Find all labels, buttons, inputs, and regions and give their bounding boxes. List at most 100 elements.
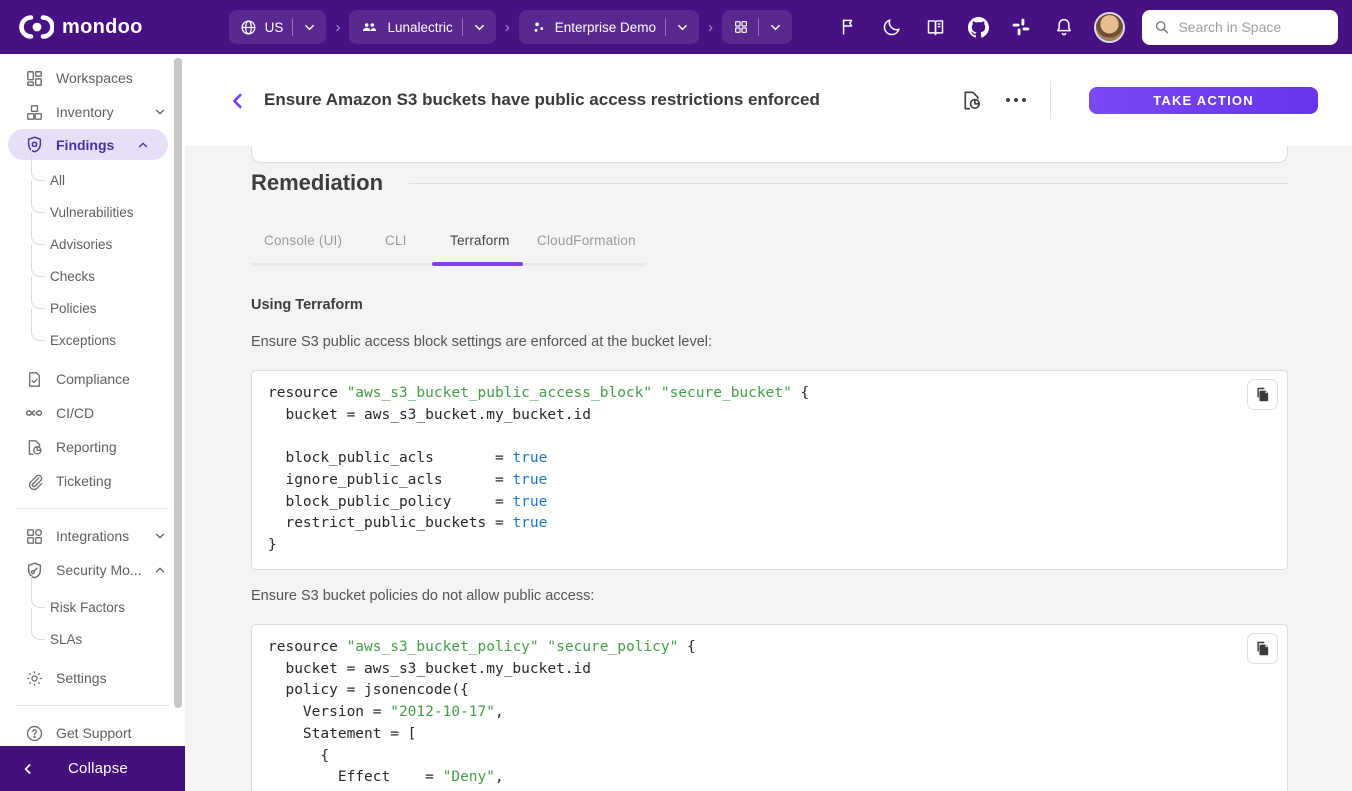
chip-divider	[665, 18, 666, 36]
globe-icon	[240, 19, 257, 36]
sidebar-collapse-button[interactable]: Collapse	[0, 746, 185, 791]
chevron-left-icon	[20, 761, 36, 777]
copy-button[interactable]	[1247, 633, 1278, 664]
sidebar-item-vulnerabilities[interactable]: Vulnerabilities	[0, 196, 185, 228]
previous-card-bottom	[251, 146, 1288, 163]
reporting-doc-pie-icon	[24, 437, 44, 457]
sidebar-item-risk-factors[interactable]: Risk Factors	[0, 591, 185, 623]
mondoo-logo-icon	[18, 15, 54, 39]
sidebar-item-reporting[interactable]: Reporting	[0, 430, 185, 464]
cicd-infinity-icon	[24, 403, 44, 423]
user-avatar[interactable]	[1096, 14, 1123, 41]
page-header: Ensure Amazon S3 buckets have public acc…	[185, 54, 1352, 146]
sidebar-divider	[16, 705, 169, 706]
chevron-left-icon	[227, 90, 249, 112]
docs-book-icon[interactable]	[924, 16, 946, 38]
breadcrumb-separator: ›	[332, 19, 343, 36]
chip-divider	[758, 18, 759, 36]
heading-rule	[409, 183, 1288, 184]
copy-button[interactable]	[1247, 379, 1278, 410]
workspace-selector[interactable]	[722, 10, 792, 44]
copy-icon	[1254, 386, 1271, 403]
space-selector[interactable]: Enterprise Demo	[519, 10, 699, 44]
tab-cloudformation[interactable]: CloudFormation	[537, 233, 636, 248]
sidebar-item-label: Findings	[56, 137, 114, 153]
subnav-label: Exceptions	[50, 333, 116, 348]
workspace-grid-icon	[733, 19, 749, 35]
github-icon[interactable]	[967, 16, 989, 38]
header-actions: TAKE ACTION	[958, 54, 1318, 146]
sidebar-item-label: Workspaces	[56, 70, 133, 86]
chevron-down-icon	[153, 529, 167, 543]
region-selector[interactable]: US	[229, 10, 327, 44]
chevron-up-icon	[136, 138, 150, 152]
findings-subnav: All Vulnerabilities Advisories Checks Po…	[0, 164, 185, 356]
sidebar-item-label: Reporting	[56, 439, 117, 455]
remediation-tabs: Console (UI) CLI Terraform CloudFormatio…	[251, 230, 871, 270]
sidebar-item-policies[interactable]: Policies	[0, 292, 185, 324]
using-terraform-subheading: Using Terraform	[251, 297, 363, 313]
slack-icon[interactable]	[1010, 16, 1032, 38]
sidebar-item-label: CI/CD	[56, 405, 94, 421]
mondoo-logo[interactable]: mondoo	[18, 15, 143, 39]
sidebar-item-settings[interactable]: Settings	[0, 661, 185, 695]
app-root: mondoo US › Lunalectric ›	[0, 0, 1352, 791]
sidebar-item-exceptions[interactable]: Exceptions	[0, 324, 185, 356]
sidebar-item-integrations[interactable]: Integrations	[0, 519, 185, 553]
chevron-down-icon	[153, 105, 167, 119]
sidebar-item-compliance[interactable]: Compliance	[0, 362, 185, 396]
space-cluster-icon	[530, 19, 547, 36]
terraform-code-block-2: resource "aws_s3_bucket_policy" "secure_…	[251, 624, 1288, 791]
take-action-button[interactable]: TAKE ACTION	[1089, 87, 1318, 114]
report-doc-pie-icon[interactable]	[958, 87, 984, 113]
space-label: Enterprise Demo	[555, 20, 656, 35]
sidebar-item-checks[interactable]: Checks	[0, 260, 185, 292]
security-subnav: Risk Factors SLAs	[0, 591, 185, 655]
sidebar-item-workspaces[interactable]: Workspaces	[0, 61, 185, 95]
code-content[interactable]: resource "aws_s3_bucket_public_access_bl…	[252, 371, 1287, 569]
brand-name: mondoo	[62, 16, 143, 39]
dark-mode-moon-icon[interactable]	[881, 16, 903, 38]
code-content[interactable]: resource "aws_s3_bucket_policy" "secure_…	[252, 625, 1287, 791]
tab-terraform[interactable]: Terraform	[450, 233, 510, 248]
sidebar-item-get-support[interactable]: Get Support	[0, 716, 185, 750]
sidebar-item-label: Inventory	[56, 104, 114, 120]
header-divider	[1050, 81, 1051, 119]
top-bar: mondoo US › Lunalectric ›	[0, 0, 1352, 54]
flag-icon[interactable]	[838, 16, 860, 38]
sidebar-item-security-model[interactable]: Security Mo...	[0, 553, 185, 587]
subnav-label: Advisories	[50, 237, 112, 252]
chevron-down-icon[interactable]	[768, 20, 783, 35]
compliance-doc-check-icon	[24, 369, 44, 389]
chevron-down-icon[interactable]	[675, 20, 690, 35]
search-input[interactable]	[1178, 19, 1326, 35]
search-icon	[1154, 18, 1169, 36]
intro-paragraph-1: Ensure S3 public access block settings a…	[251, 334, 712, 350]
sidebar-item-all[interactable]: All	[0, 164, 185, 196]
sidebar-item-cicd[interactable]: CI/CD	[0, 396, 185, 430]
chevron-down-icon[interactable]	[302, 20, 317, 35]
sidebar-nav: Workspaces Inventory Findings	[0, 54, 185, 750]
chevron-up-icon	[153, 563, 167, 577]
sidebar-item-advisories[interactable]: Advisories	[0, 228, 185, 260]
collapse-label: Collapse	[68, 760, 128, 777]
sidebar-item-inventory[interactable]: Inventory	[0, 95, 185, 129]
sidebar-item-ticketing[interactable]: Ticketing	[0, 464, 185, 498]
intro-paragraph-2: Ensure S3 bucket policies do not allow p…	[251, 588, 594, 604]
workspaces-icon	[24, 68, 44, 88]
topbar-actions	[838, 10, 1338, 45]
more-options-button[interactable]	[1006, 98, 1026, 102]
tab-console-ui[interactable]: Console (UI)	[264, 233, 342, 248]
sidebar-item-slas[interactable]: SLAs	[0, 623, 185, 655]
chevron-down-icon[interactable]	[472, 20, 487, 35]
page-title: Ensure Amazon S3 buckets have public acc…	[264, 90, 820, 110]
back-button[interactable]	[227, 90, 249, 112]
sidebar-item-label: Settings	[56, 670, 107, 686]
org-selector[interactable]: Lunalectric	[349, 10, 495, 44]
sidebar-divider	[16, 508, 169, 509]
breadcrumb-separator: ›	[705, 19, 716, 36]
region-label: US	[265, 20, 284, 35]
notifications-bell-icon[interactable]	[1053, 16, 1075, 38]
tab-cli[interactable]: CLI	[385, 233, 407, 248]
subnav-label: Checks	[50, 269, 95, 284]
